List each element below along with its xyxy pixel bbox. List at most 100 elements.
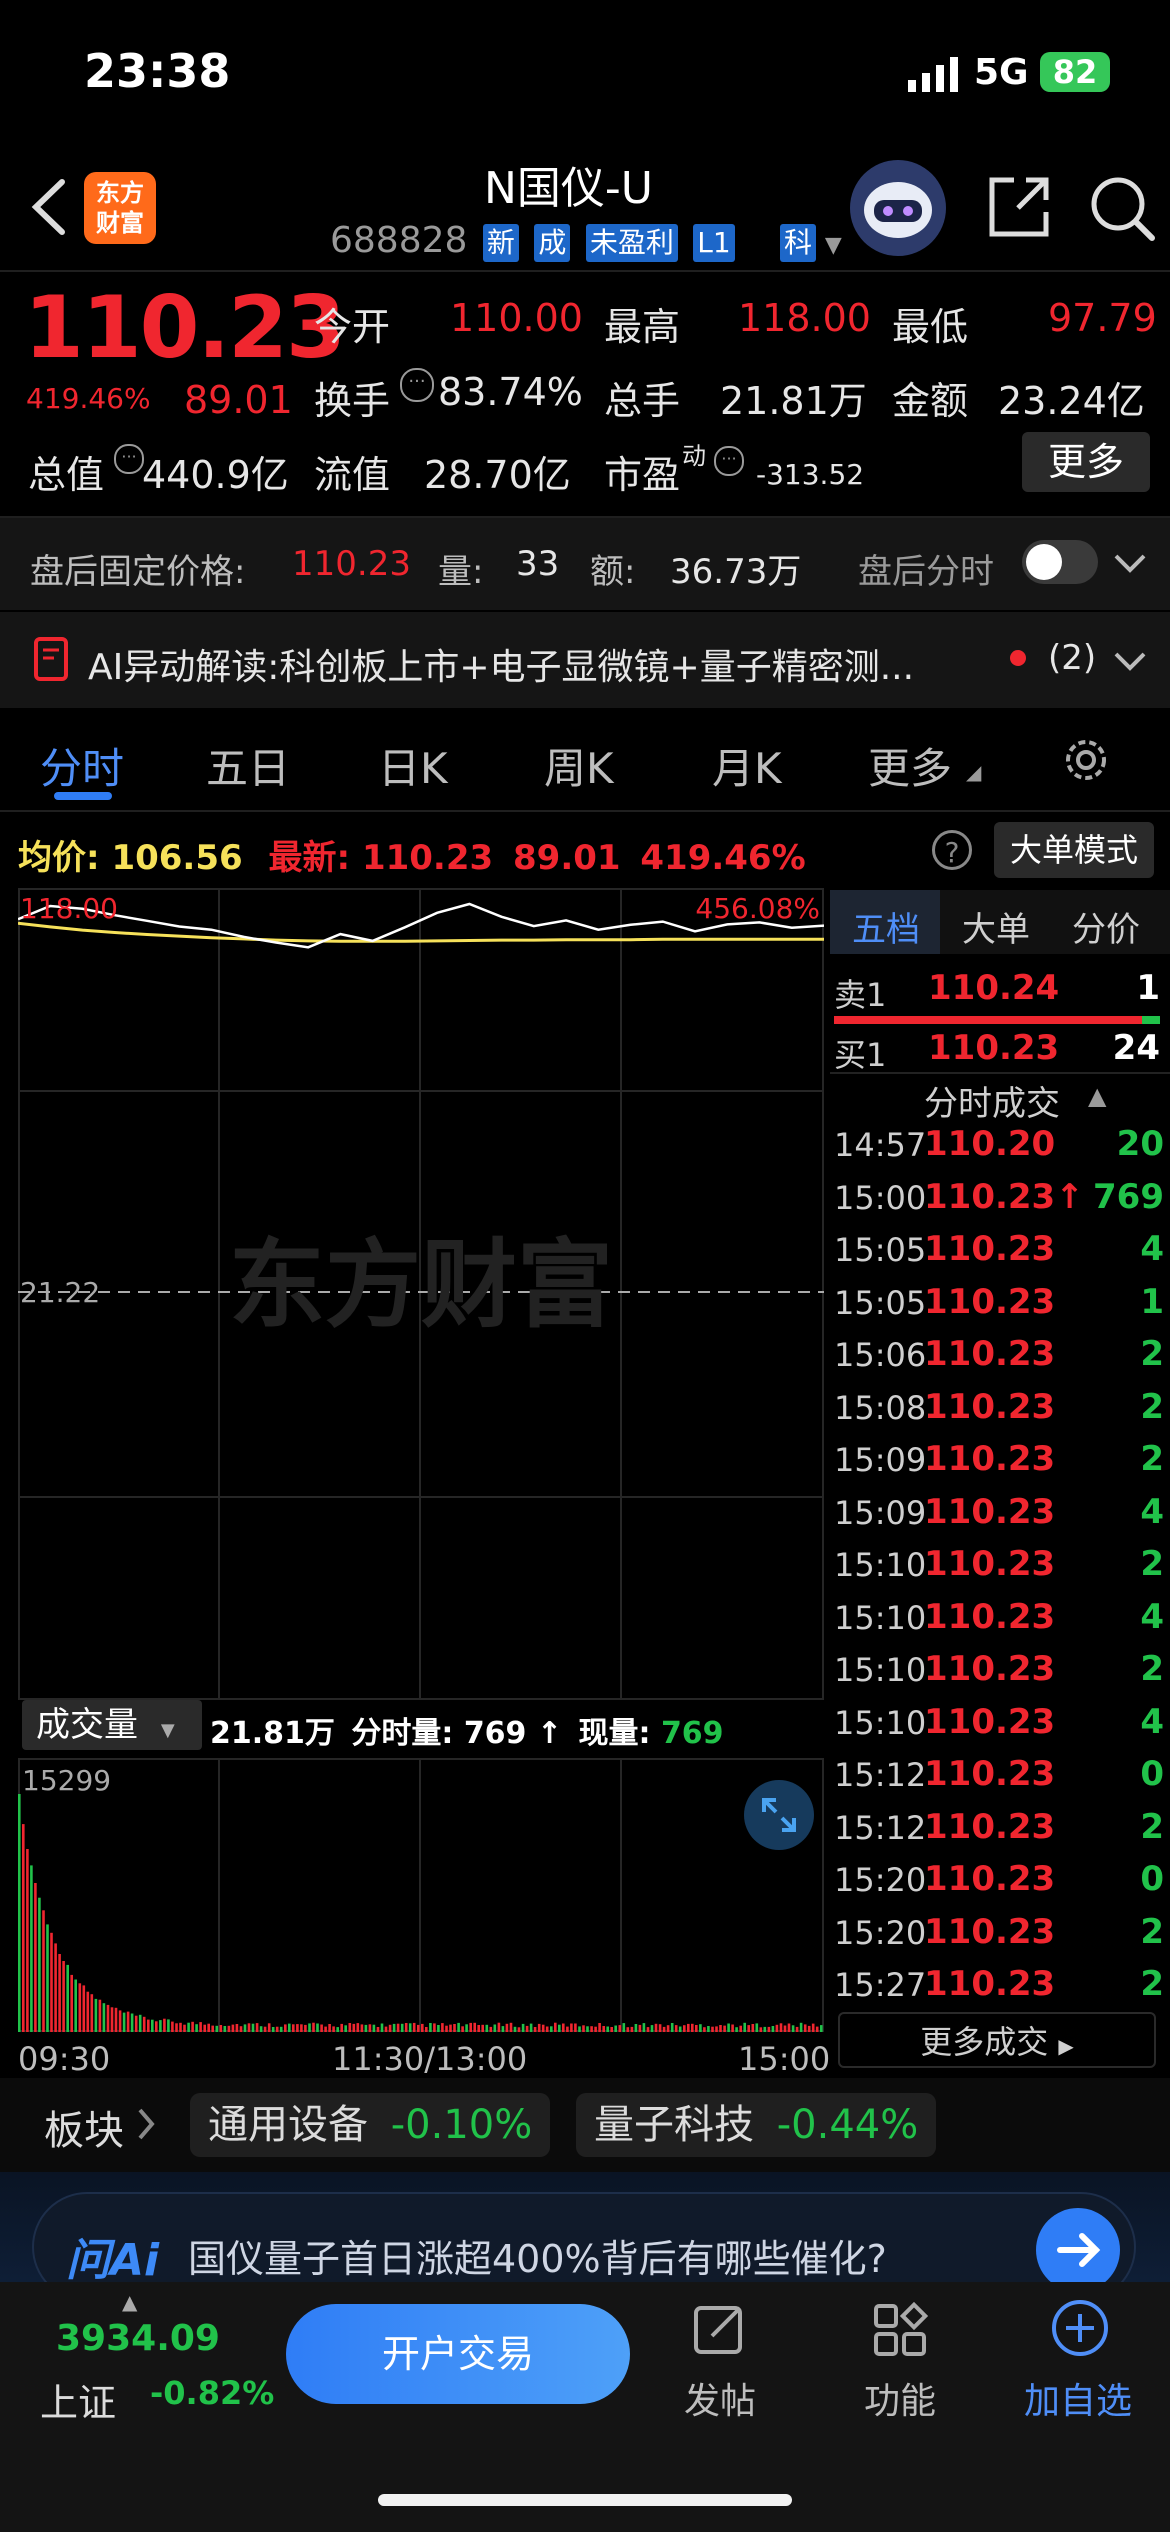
volume-bar (126, 2011, 130, 2032)
volume-bar (574, 2023, 577, 2032)
big-order-mode-button[interactable]: 大单模式 (994, 822, 1154, 878)
battery-icon: 82 (1040, 52, 1110, 92)
high-value: 118.00 (738, 296, 871, 340)
intraday-price-chart[interactable]: 东方财富 118.00 456.08% 21.22 (18, 888, 824, 1700)
arrow-right-icon[interactable] (1036, 2208, 1120, 2292)
share-icon[interactable] (984, 172, 1054, 242)
volume-bar (731, 2024, 734, 2032)
trade-row: 15:00 110.23↑ 769 (834, 1173, 1164, 1225)
tab-day-k[interactable]: 日K (378, 735, 448, 796)
add-watchlist-icon[interactable] (1048, 2296, 1112, 2360)
tab-big-orders[interactable]: 大单 (962, 902, 1030, 951)
volume-bar (324, 2026, 327, 2032)
tab-five-day[interactable]: 五日 (206, 735, 290, 796)
sector-pill-quantum-tech[interactable]: 量子科技 -0.44% (576, 2093, 937, 2157)
trade-row: 15:12 110.23 2 (834, 1803, 1164, 1855)
tag-level: L1 (693, 224, 735, 262)
afterhours-toggle[interactable] (1022, 540, 1098, 584)
float-value: 28.70亿 (424, 453, 571, 497)
more-trades-label: 更多成交 (920, 2023, 1049, 2061)
sector-label: 板块 (44, 2108, 124, 2154)
volume-bar (62, 1961, 65, 2032)
help-icon[interactable]: ? (932, 830, 972, 870)
chevron-down-icon[interactable] (1112, 646, 1148, 676)
tab-month-k[interactable]: 月K (712, 735, 782, 796)
trade-time: 15:27 (834, 1966, 927, 2004)
gear-icon[interactable] (1060, 734, 1112, 786)
trade-row: 15:06 110.23 2 (834, 1330, 1164, 1382)
more-trades-button[interactable]: 更多成交 ▶ (838, 2012, 1156, 2068)
expand-icon[interactable] (744, 1780, 814, 1850)
volume-bar (211, 2025, 214, 2032)
afterhours-price: 110.23 (292, 544, 411, 584)
volume-bar (658, 2024, 662, 2032)
ask-ai-brand: 问Ai (66, 2235, 160, 2286)
volume-bar (247, 2023, 251, 2032)
volume-bar (558, 2024, 561, 2032)
volume-bar (219, 2025, 223, 2032)
volume-chart[interactable]: 15299 (18, 1758, 824, 2032)
chevron-right-icon[interactable] (134, 2104, 158, 2144)
grid-icon[interactable] (870, 2300, 930, 2360)
volume-bar (590, 2026, 593, 2032)
change-value: 89.01 (184, 378, 293, 422)
volume-bar (562, 2023, 565, 2032)
trade-row: 15:10 110.23 4 (834, 1593, 1164, 1645)
index-name[interactable]: 上证 (40, 2372, 116, 2427)
amount-value: 23.24亿 (998, 379, 1145, 423)
trade-price: 110.23 (924, 1806, 1056, 1847)
info-dots-icon[interactable]: ··· (400, 368, 434, 402)
volume-bar (312, 2022, 315, 2032)
volume-bar (271, 2027, 275, 2032)
info-dots-icon[interactable]: ··· (714, 446, 744, 476)
post-label[interactable]: 发帖 (684, 2372, 756, 2424)
more-button[interactable]: 更多 (1022, 432, 1150, 492)
volume-bar (425, 2027, 428, 2032)
volume-bar (38, 1897, 41, 2032)
index-value[interactable]: 3934.09 (56, 2318, 220, 2359)
turnover-value: 83.74% (438, 370, 583, 414)
volume-bar (642, 2023, 646, 2032)
add-watchlist-label[interactable]: 加自选 (1024, 2372, 1132, 2424)
back-icon[interactable] (24, 172, 74, 242)
robot-avatar-icon[interactable] (850, 160, 946, 256)
open-account-trade-button[interactable]: 开户交易 (286, 2304, 630, 2404)
volume-bar (662, 2026, 666, 2032)
volume-bar (775, 2024, 779, 2032)
trade-row: 15:10 110.23 2 (834, 1645, 1164, 1697)
volume-bar (799, 2022, 803, 2032)
ask-ai-question: 国仪量子首日涨超400%背后有哪些催化? (188, 2237, 887, 2281)
low-label: 最低 (892, 305, 969, 349)
board-dropdown[interactable]: 科 ▼ (776, 224, 842, 262)
volume-now-label: 现量: (578, 1716, 651, 1751)
trade-time: 15:12 (834, 1808, 927, 1847)
tab-week-k[interactable]: 周K (544, 735, 614, 796)
volume-bar (783, 2025, 787, 2032)
info-dots-icon[interactable]: ··· (114, 444, 144, 474)
volume-bar (457, 2022, 460, 2032)
volume-indicator-dropdown[interactable]: 成交量 ▼ (22, 1700, 202, 1750)
tab-more[interactable]: 更多 (868, 735, 952, 796)
volume-bar (477, 2025, 480, 2032)
chevron-down-icon[interactable] (1112, 548, 1148, 578)
tab-price-dist[interactable]: 分价 (1072, 902, 1140, 951)
ask-label: 卖1 (834, 976, 887, 1014)
search-icon[interactable] (1086, 172, 1158, 244)
volume-bar (360, 2024, 364, 2032)
trade-volume: 4 (1140, 1701, 1164, 1742)
tab-intraday[interactable]: 分时 (40, 735, 124, 796)
post-icon[interactable] (690, 2300, 750, 2360)
volume-bar (215, 2025, 219, 2032)
volume-bar (235, 2024, 239, 2032)
sector-pill-general-equipment[interactable]: 通用设备 -0.10% (190, 2093, 551, 2157)
volume-bar (465, 2024, 468, 2032)
volume-bar (683, 2025, 686, 2032)
volume-bar (602, 2026, 605, 2032)
volume-indicator-label: 成交量 (36, 1705, 138, 1745)
volume-bar (207, 2023, 210, 2032)
sort-up-icon[interactable]: ▲ (1088, 1082, 1106, 1110)
function-label[interactable]: 功能 (864, 2372, 936, 2424)
battery-level: 82 (1052, 53, 1098, 91)
tab-five-levels[interactable]: 五档 (852, 902, 920, 951)
volume-bar (203, 2024, 206, 2032)
